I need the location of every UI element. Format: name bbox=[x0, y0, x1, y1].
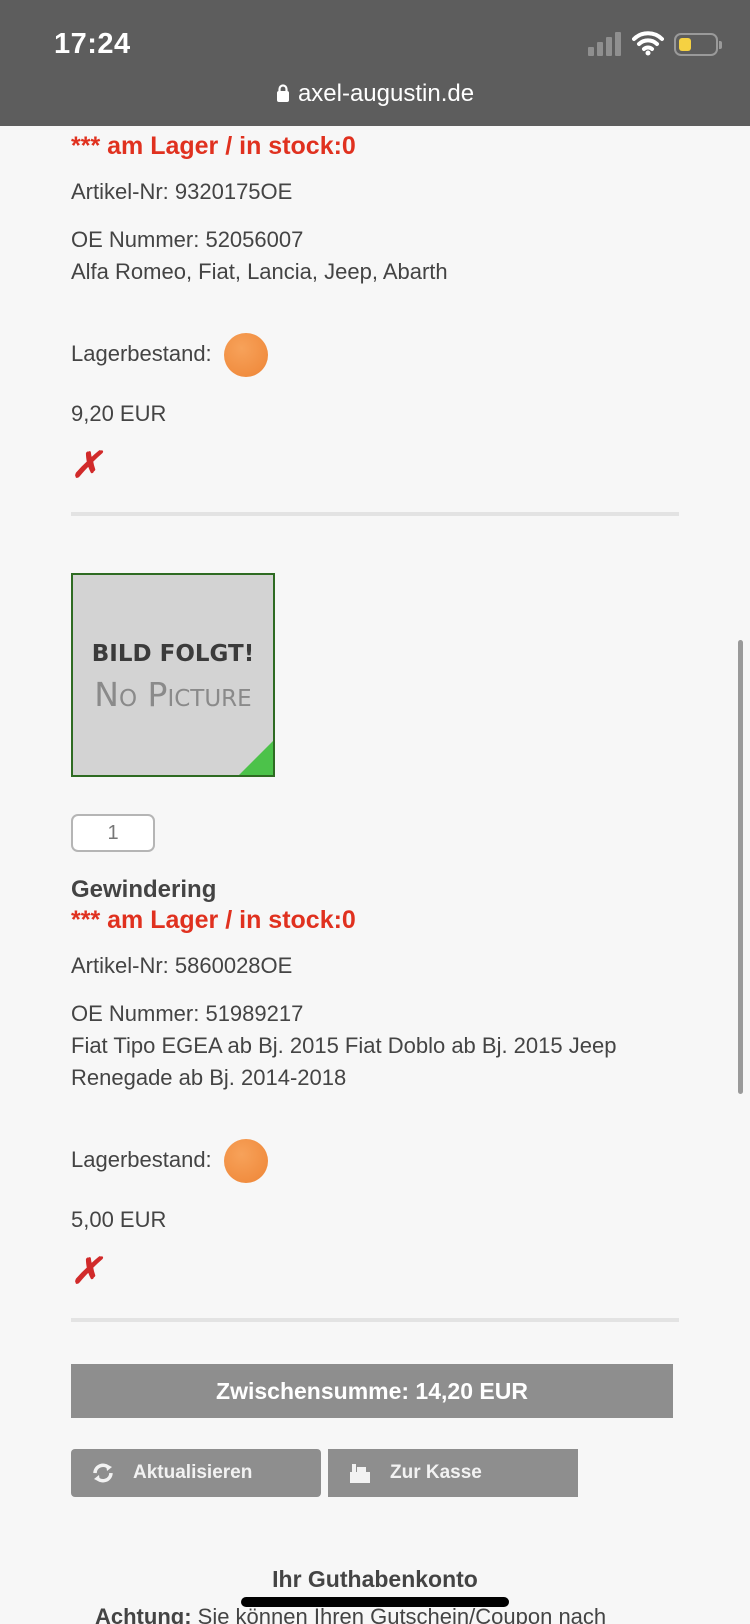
notice-label: Achtung: bbox=[95, 1604, 192, 1624]
home-indicator[interactable] bbox=[241, 1597, 509, 1607]
divider bbox=[71, 512, 679, 516]
divider bbox=[71, 1318, 679, 1322]
article-number: Artikel-Nr: 9320175OE bbox=[71, 179, 293, 204]
stock-level-label: Lagerbestand: bbox=[71, 1147, 212, 1172]
remove-item-icon[interactable]: ✗ bbox=[71, 1250, 101, 1292]
oe-number: OE Nummer: 51989217 bbox=[71, 1001, 304, 1026]
scrollbar[interactable] bbox=[738, 640, 743, 1094]
product-image-placeholder[interactable]: BILD FOLGT! No Picture bbox=[71, 573, 275, 777]
quantity-input[interactable]: 1 bbox=[71, 814, 155, 852]
item-price: 9,20 EUR bbox=[71, 401, 167, 426]
notice-text: Achtung: Sie können Ihren Gutschein/Coup… bbox=[95, 1604, 715, 1624]
update-cart-label: Aktualisieren bbox=[133, 1462, 253, 1483]
stock-indicator-icon bbox=[223, 333, 268, 378]
credit-account-heading: Ihr Guthabenkonto bbox=[272, 1566, 478, 1592]
stock-level-label: Lagerbestand: bbox=[71, 341, 212, 366]
subtotal-bar: Zwischensumme: 14,20 EUR bbox=[71, 1364, 673, 1418]
clock: 17:24 bbox=[54, 28, 131, 60]
product-name[interactable]: Gewindering bbox=[71, 876, 216, 904]
vehicle-compatibility: Alfa Romeo, Fiat, Lancia, Jeep, Abarth bbox=[71, 259, 448, 284]
battery-icon bbox=[674, 33, 722, 56]
url-text: axel-augustin.de bbox=[297, 80, 475, 107]
item-price: 5,00 EUR bbox=[71, 1207, 167, 1232]
cash-register-icon bbox=[350, 1464, 370, 1483]
update-cart-button[interactable]: Aktualisieren bbox=[71, 1449, 321, 1497]
lock-icon bbox=[276, 84, 289, 102]
cellular-signal-icon bbox=[588, 32, 624, 56]
article-number: Artikel-Nr: 5860028OE bbox=[71, 953, 293, 978]
status-bar: 17:24 axel-augustin.de bbox=[0, 0, 750, 126]
notice-body: Sie können Ihren Gutschein/Coupon nach bbox=[191, 1604, 607, 1624]
vehicle-compatibility: Fiat Tipo EGEA ab Bj. 2015 Fiat Doblo ab… bbox=[71, 1033, 617, 1090]
corner-badge bbox=[239, 741, 273, 775]
remove-item-icon[interactable]: ✗ bbox=[71, 444, 101, 486]
stock-status: *** am Lager / in stock:0 bbox=[71, 906, 356, 934]
oe-number: OE Nummer: 52056007 bbox=[71, 227, 304, 252]
checkout-label: Zur Kasse bbox=[390, 1462, 482, 1483]
placeholder-text: BILD FOLGT! bbox=[91, 641, 255, 667]
address-bar[interactable]: axel-augustin.de bbox=[0, 80, 750, 108]
placeholder-subtext: No Picture bbox=[94, 675, 252, 714]
wifi-icon bbox=[632, 31, 664, 56]
stock-level: Lagerbestand: bbox=[71, 1138, 268, 1184]
stock-indicator-icon bbox=[223, 1139, 268, 1184]
stock-level: Lagerbestand: bbox=[71, 332, 268, 378]
refresh-icon bbox=[93, 1463, 113, 1483]
stock-status: *** am Lager / in stock:0 bbox=[71, 132, 356, 160]
checkout-button[interactable]: Zur Kasse bbox=[328, 1449, 578, 1497]
